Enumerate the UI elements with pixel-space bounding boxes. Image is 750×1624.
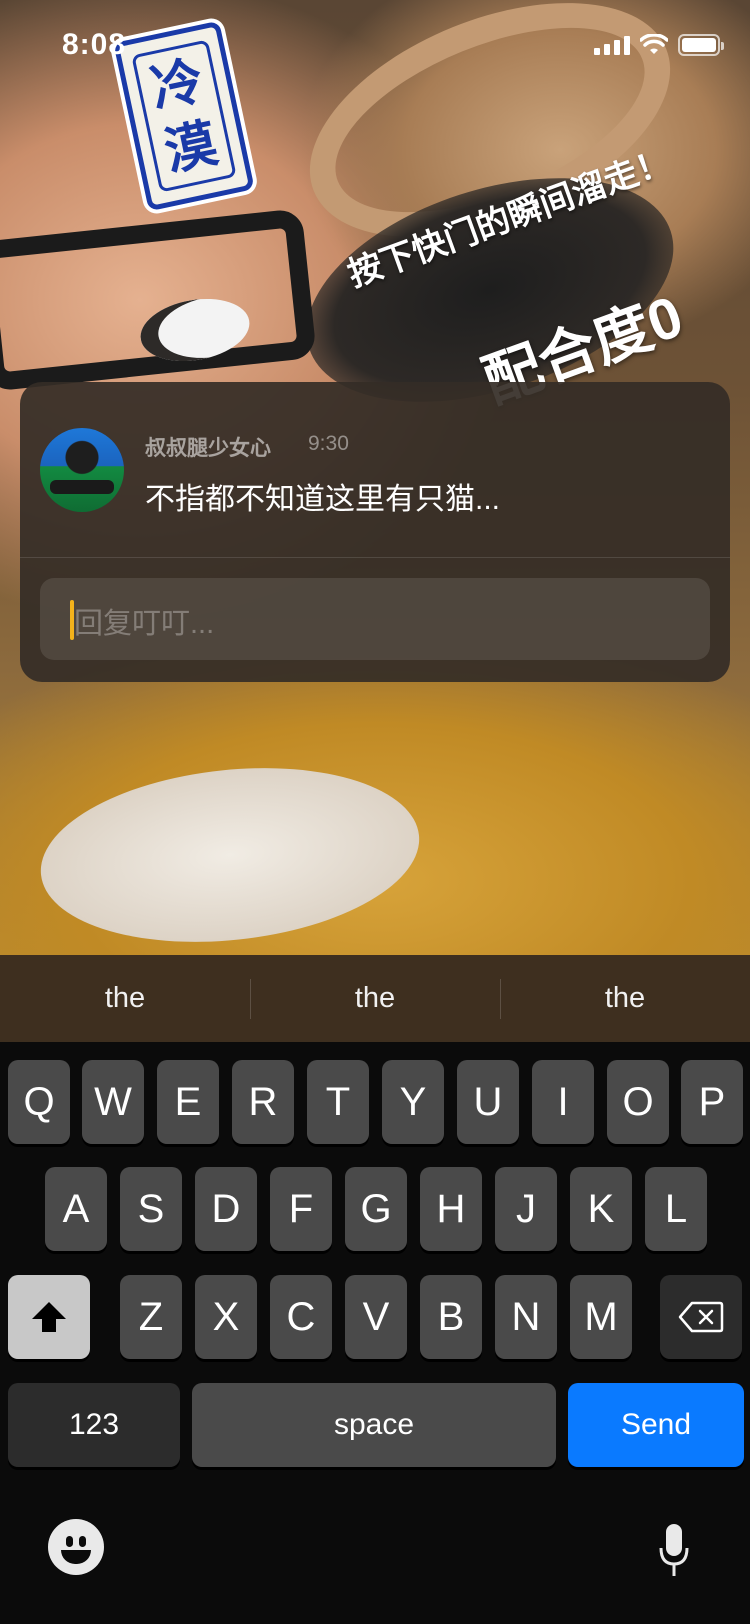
key-c[interactable]: C — [270, 1275, 332, 1359]
key-t[interactable]: T — [307, 1060, 369, 1144]
keyboard-suggestions: the the the — [0, 955, 750, 1042]
key-d[interactable]: D — [195, 1167, 257, 1251]
comment-item: 叔叔腿少女心 9:30 不指都不知道这里有只猫... — [20, 382, 730, 557]
key-f[interactable]: F — [270, 1167, 332, 1251]
key-x[interactable]: X — [195, 1275, 257, 1359]
cellular-signal-icon — [594, 35, 630, 55]
shift-arrow-icon — [32, 1302, 66, 1332]
key-p[interactable]: P — [681, 1060, 743, 1144]
key-q[interactable]: Q — [8, 1060, 70, 1144]
key-u[interactable]: U — [457, 1060, 519, 1144]
key-e[interactable]: E — [157, 1060, 219, 1144]
microphone-icon[interactable] — [658, 1522, 690, 1582]
numbers-key[interactable]: 123 — [8, 1383, 180, 1467]
comment-time: 9:30 — [308, 432, 349, 455]
comment-text: 不指都不知道这里有只猫... — [145, 483, 501, 516]
key-r[interactable]: R — [232, 1060, 294, 1144]
key-w[interactable]: W — [82, 1060, 144, 1144]
reply-input[interactable]: 回复叮叮... — [40, 578, 710, 660]
key-v[interactable]: V — [345, 1275, 407, 1359]
suggestion-3[interactable]: the — [500, 955, 750, 1042]
key-s[interactable]: S — [120, 1167, 182, 1251]
photo-shirt-print — [32, 750, 428, 955]
key-l[interactable]: L — [645, 1167, 707, 1251]
status-time: 8:08 — [62, 28, 127, 61]
emoji-icon[interactable] — [48, 1519, 104, 1575]
comment-username[interactable]: 叔叔腿少女心 — [145, 432, 271, 462]
key-j[interactable]: J — [495, 1167, 557, 1251]
key-b[interactable]: B — [420, 1275, 482, 1359]
battery-icon — [678, 34, 724, 56]
shift-key[interactable] — [8, 1275, 90, 1359]
key-o[interactable]: O — [607, 1060, 669, 1144]
key-h[interactable]: H — [420, 1167, 482, 1251]
photo-glasses — [0, 208, 317, 392]
status-icons — [594, 34, 724, 56]
key-y[interactable]: Y — [382, 1060, 444, 1144]
keyboard: Q W E R T Y U I O P A S D F G H J K L Z … — [0, 1042, 750, 1624]
key-m[interactable]: M — [570, 1275, 632, 1359]
delete-key[interactable] — [660, 1275, 742, 1359]
backspace-icon — [678, 1301, 724, 1333]
avatar[interactable] — [40, 428, 124, 512]
divider — [20, 557, 730, 558]
key-i[interactable]: I — [532, 1060, 594, 1144]
send-button[interactable]: Send — [568, 1383, 744, 1467]
reply-placeholder: 回复叮叮... — [74, 608, 215, 640]
key-g[interactable]: G — [345, 1167, 407, 1251]
key-k[interactable]: K — [570, 1167, 632, 1251]
suggestion-2[interactable]: the — [250, 955, 500, 1042]
wifi-icon — [640, 34, 668, 54]
comment-card: 叔叔腿少女心 9:30 不指都不知道这里有只猫... 回复叮叮... — [20, 382, 730, 682]
key-z[interactable]: Z — [120, 1275, 182, 1359]
key-a[interactable]: A — [45, 1167, 107, 1251]
status-bar: 8:08 — [0, 0, 750, 90]
suggestion-1[interactable]: the — [0, 955, 250, 1042]
key-n[interactable]: N — [495, 1275, 557, 1359]
space-key[interactable]: space — [192, 1383, 556, 1467]
